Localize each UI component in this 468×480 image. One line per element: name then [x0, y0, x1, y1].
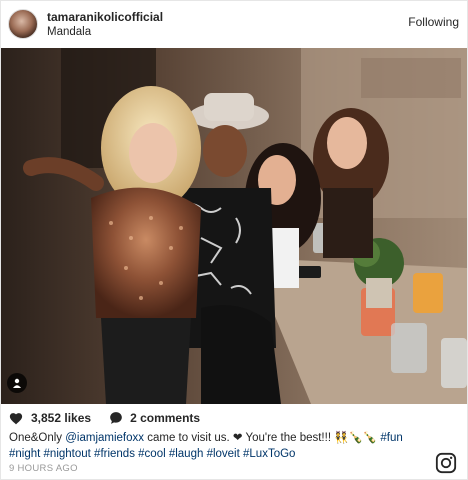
- likes-count[interactable]: 3,852 likes: [31, 411, 91, 425]
- location[interactable]: Mandala: [47, 26, 91, 38]
- post-timestamp[interactable]: 9 HOURS AGO: [9, 463, 78, 474]
- person-glyph-icon: [13, 378, 21, 388]
- heart-icon[interactable]: [9, 412, 23, 425]
- post-photo[interactable]: [1, 48, 467, 404]
- post-header: tamaranikolicofficial Mandala Following: [1, 1, 467, 48]
- hashtags-line-2[interactable]: #night #nightout #friends #cool #laugh #…: [9, 448, 295, 460]
- mention-link[interactable]: @iamjamiefoxx: [65, 432, 144, 444]
- post-stats: 3,852 likes 2 comments: [9, 410, 200, 426]
- instagram-embed-card: tamaranikolicofficial Mandala Following: [0, 0, 468, 480]
- instagram-logo-icon[interactable]: [435, 452, 457, 474]
- instagram-glyph: [435, 452, 457, 474]
- caption-lead: One&Only: [9, 432, 66, 444]
- username[interactable]: tamaranikolicofficial: [47, 10, 163, 24]
- user-tag-icon[interactable]: [7, 373, 27, 393]
- photo-illustration: [1, 48, 467, 404]
- comments-count[interactable]: 2 comments: [130, 411, 200, 425]
- hashtags-line-1[interactable]: #fun: [380, 432, 402, 444]
- following-button[interactable]: Following: [408, 15, 459, 29]
- avatar[interactable]: [8, 9, 38, 39]
- post-caption: One&Only @iamjamiefoxx came to visit us.…: [9, 430, 429, 462]
- heart-glyph: [9, 412, 23, 424]
- comment-glyph: [110, 412, 122, 424]
- caption-mid: came to visit us. ❤ You're the best!!! 👯…: [144, 432, 381, 444]
- comment-bubble-icon[interactable]: [109, 411, 123, 425]
